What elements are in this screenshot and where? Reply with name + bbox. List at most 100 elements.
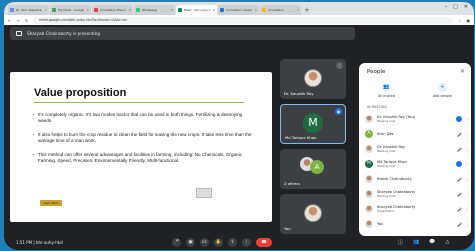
mic-muted-icon: 🎤 <box>457 206 462 212</box>
captions-button[interactable]: cc <box>200 238 209 247</box>
new-tab-icon[interactable]: + <box>304 5 310 15</box>
close-icon[interactable]: ✕ <box>460 68 465 75</box>
mic-button[interactable]: 🎤 <box>172 238 181 247</box>
more-options-icon[interactable]: ⋮ <box>465 207 469 212</box>
participant-row[interactable]: M Md Tarique Khan Meeting host ⋮ <box>365 158 469 170</box>
more-options-icon[interactable]: ⋮ <box>465 162 469 167</box>
chat-icon[interactable]: 💬 <box>429 239 435 246</box>
more-options-icon[interactable]: ⋮ <box>465 132 469 137</box>
close-window-icon[interactable]: ✕ <box>464 4 468 10</box>
tab-close-icon[interactable]: ✕ <box>212 8 215 12</box>
participant-row[interactable]: Sharyab Chakraborty Presentation 🎤 ⋮ <box>365 203 469 215</box>
more-options-icon[interactable]: ⋮ <box>465 117 469 122</box>
presenting-banner: Sharyab Chakraborty is presenting <box>10 27 355 40</box>
participant-avatar <box>365 145 373 153</box>
browser-tab[interactable]: WhatsApp ✕ <box>134 5 175 15</box>
slide-logo: Agro Tech <box>40 200 62 206</box>
maximize-icon[interactable]: □ <box>453 4 458 10</box>
present-button[interactable]: ⇪ <box>228 238 237 247</box>
participant-name: Md Tarique Khan <box>285 135 317 140</box>
browser-tab[interactable]: Dr. Shri Vasantrao Naik Shikshan Prasara… <box>8 5 49 15</box>
participant-row[interactable]: Ritesh Chakraborty 🎤 ⋮ <box>365 173 469 185</box>
browser-tab[interactable]: Innovation ✕ <box>260 5 301 15</box>
participant-tile[interactable]: ⋮ Dr. Kaushik Roy <box>280 59 346 99</box>
participant-avatar-letter: M <box>303 113 323 133</box>
tab-close-icon[interactable]: ✕ <box>44 8 47 12</box>
participant-name: Dr. Kaushik Roy <box>284 91 314 96</box>
slide-bullet: It also helps to burn the crop residue t… <box>33 132 253 144</box>
forward-icon[interactable]: → <box>16 18 19 23</box>
participant-avatar: M <box>365 160 373 168</box>
people-panel-title: People <box>367 69 386 75</box>
raise-hand-button[interactable]: ✋ <box>214 238 223 247</box>
browser-tab[interactable]: Innovation Pharmacy✕ <box>92 5 133 15</box>
participant-row[interactable]: A Arun Das 🎤 ⋮ <box>365 128 469 140</box>
participant-row[interactable]: Dr. Kaushik Roy Meeting host 🎤 ⋮ <box>365 143 469 155</box>
all-invited-button[interactable]: 👥 All invited <box>378 83 395 98</box>
people-panel: People ✕ 👥 All invited + Add people IN M… <box>359 63 471 236</box>
minimize-icon[interactable]: – <box>445 4 448 10</box>
window-controls: – □ ✕ <box>445 4 468 10</box>
camera-button[interactable]: ▣ <box>186 238 195 247</box>
participant-row-name: You <box>377 222 384 226</box>
self-photo <box>304 204 322 223</box>
tab-strip: Dr. Shri Vasantrao Naik Shikshan Prasara… <box>4 2 474 15</box>
info-icon[interactable]: ⓘ <box>398 239 403 246</box>
people-icon[interactable]: 👥 <box>413 239 419 246</box>
group-avatar-letter: A <box>310 160 324 174</box>
more-options-icon[interactable]: ⋮ <box>465 222 469 227</box>
tab-favicon-icon <box>94 8 98 12</box>
participant-row-role: Meeting host <box>377 119 396 123</box>
add-people-button[interactable]: + Add people <box>433 83 452 98</box>
slide-bullet: It's completely organic. It's two modes … <box>33 112 253 124</box>
tab-favicon-icon <box>178 8 182 12</box>
participant-row[interactable]: You 🎤 ⋮ <box>365 218 469 230</box>
url-field[interactable]: meet.google.com/bhr-ouhy-hkd?authuser=0&… <box>33 16 453 24</box>
participant-tile-group[interactable]: A 2 others <box>280 149 346 189</box>
shared-slide: Value proposition It's completely organi… <box>10 72 272 222</box>
profile-icon[interactable]: ● <box>467 18 471 23</box>
participant-row[interactable]: Sharyab Chakraborty Meeting host 🎤 ⋮ <box>365 188 469 200</box>
leave-call-button[interactable]: ☎ <box>256 238 272 247</box>
tab-label: Innovation meeting <box>226 8 253 12</box>
participant-row-name: Ritesh Chakraborty <box>377 177 412 181</box>
slide-title: Value proposition <box>34 87 127 99</box>
slide-divider <box>34 102 244 103</box>
more-options-icon[interactable]: ⋮ <box>465 177 469 182</box>
bookmark-star-icon[interactable]: ☆ <box>458 18 462 23</box>
browser-tab[interactable]: Innovation meeting ✕ <box>218 5 259 15</box>
participant-avatar <box>365 205 373 213</box>
tab-label: Dr. Shri Vasantrao Naik Shikshan Prasara… <box>16 8 43 12</box>
tab-close-icon[interactable]: ✕ <box>170 8 173 12</box>
muted-mic-icon: ⋮ <box>336 62 343 69</box>
participant-avatar <box>365 220 373 228</box>
tab-close-icon[interactable]: ✕ <box>128 8 131 12</box>
presenting-label: Sharyab Chakraborty is presenting <box>27 31 100 36</box>
browser-tab[interactable]: Meet - bhr-ouhy-hkd✕ <box>176 5 217 15</box>
tab-close-icon[interactable]: ✕ <box>254 8 257 12</box>
reload-icon[interactable]: ↻ <box>25 18 28 23</box>
tab-label: Meet - bhr-ouhy-hkd <box>184 8 210 12</box>
speaking-icon: ◉ <box>335 108 342 115</box>
tab-close-icon[interactable]: ✕ <box>86 8 89 12</box>
self-tile[interactable]: You <box>280 194 346 234</box>
tab-favicon-icon <box>262 8 266 12</box>
participant-avatar <box>365 115 373 123</box>
address-bar-row: ← → ↻ meet.google.com/bhr-ouhy-hkd?authu… <box>4 15 474 25</box>
back-icon[interactable]: ← <box>8 18 11 23</box>
participant-row-role: Presentation <box>377 209 395 213</box>
activities-icon[interactable]: △ <box>445 239 449 246</box>
browser-tab[interactable]: My Drive - Google Drive✕ <box>50 5 91 15</box>
present-screen-icon <box>16 31 22 36</box>
tab-close-icon[interactable]: ✕ <box>296 8 299 12</box>
meet-stage: Sharyab Chakraborty is presenting Value … <box>4 25 474 250</box>
participant-tile[interactable]: M ◉ Md Tarique Khan <box>280 104 346 144</box>
more-options-icon[interactable]: ⋮ <box>465 192 469 197</box>
participant-avatar <box>365 175 373 183</box>
participant-row[interactable]: Dr. Kaushik Roy (You) Meeting host ⋮ <box>365 113 469 125</box>
mic-muted-icon: 🎤 <box>457 191 462 197</box>
participant-avatar <box>365 190 373 198</box>
self-name: You <box>284 226 291 231</box>
more-options-icon[interactable]: ⋮ <box>465 147 469 152</box>
more-options-button[interactable]: ⋮ <box>242 238 251 247</box>
